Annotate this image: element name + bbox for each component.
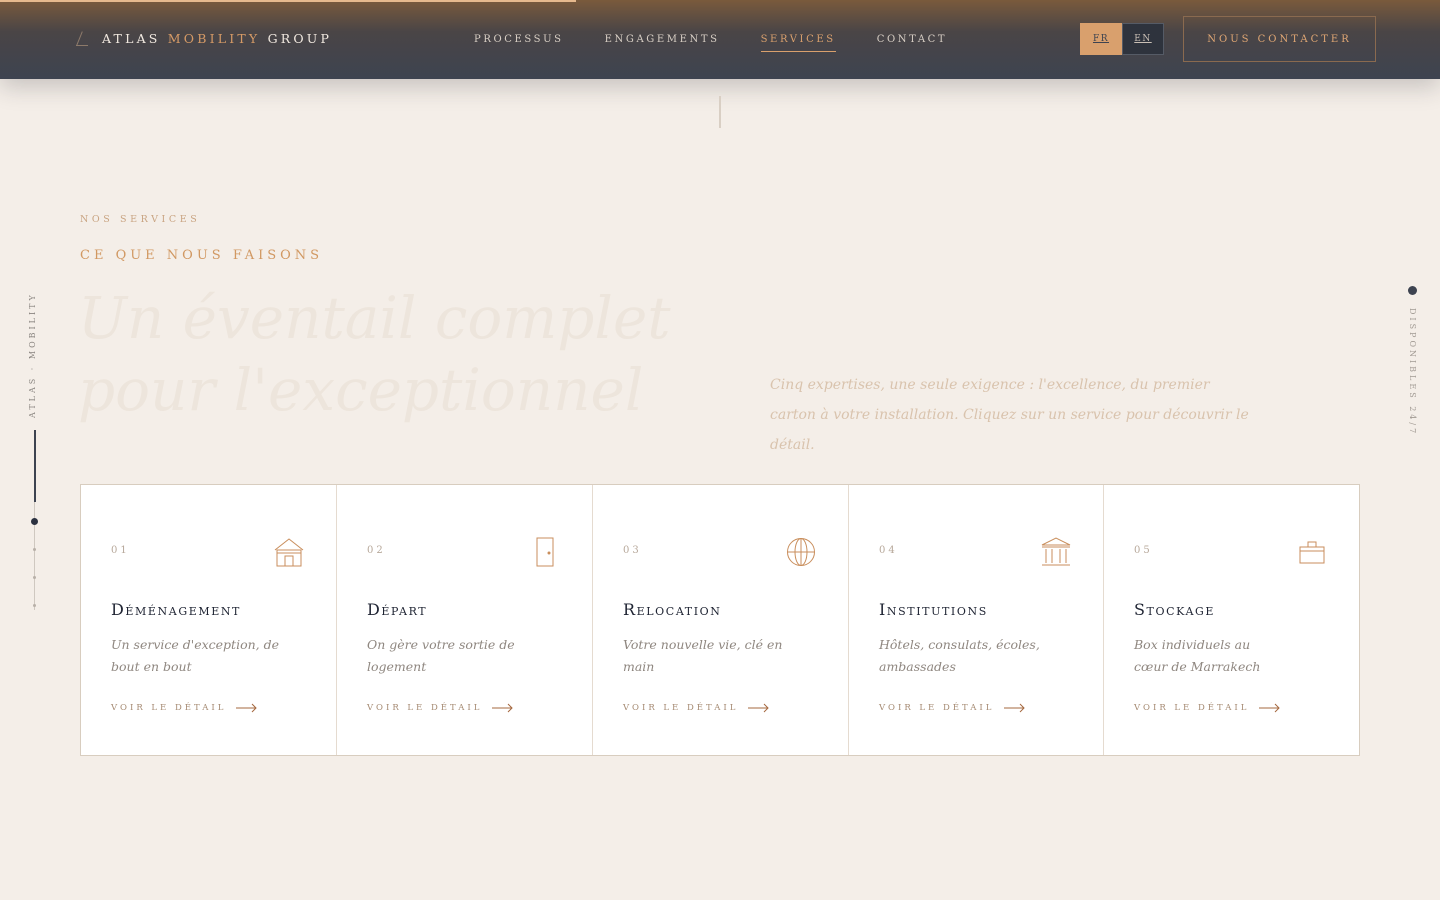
service-detail-link[interactable]: VOIR LE DÉTAIL bbox=[623, 703, 770, 713]
lang-fr-button[interactable]: FR bbox=[1080, 23, 1122, 55]
service-title: Relocation bbox=[623, 600, 722, 619]
logo-text-mobility: MOBILITY bbox=[167, 30, 261, 46]
section-indicator[interactable] bbox=[33, 604, 36, 607]
service-detail-label: VOIR LE DÉTAIL bbox=[111, 703, 227, 713]
services-grid: 01 Déménagement Un service d'exception, … bbox=[80, 484, 1360, 756]
logo[interactable]: ATLAS MOBILITY GROUP bbox=[74, 30, 332, 46]
service-detail-label: VOIR LE DÉTAIL bbox=[623, 703, 739, 713]
service-title: Stockage bbox=[1134, 600, 1216, 619]
service-card-demenagement[interactable]: 01 Déménagement Un service d'exception, … bbox=[81, 485, 337, 755]
language-switcher: FR EN bbox=[1080, 23, 1164, 55]
storage-box-icon bbox=[1299, 541, 1325, 564]
service-detail-label: VOIR LE DÉTAIL bbox=[367, 703, 483, 713]
section-title: Un éventail complet pour l'exceptionnel bbox=[78, 282, 671, 426]
lang-en-button[interactable]: EN bbox=[1122, 23, 1164, 55]
nav-link-engagements[interactable]: Engagements bbox=[605, 34, 720, 52]
service-card-stockage[interactable]: 05 Stockage Box individuels au cœur de M… bbox=[1104, 485, 1359, 755]
service-number: 05 bbox=[1134, 545, 1153, 556]
logo-text: ATLAS MOBILITY GROUP bbox=[102, 31, 332, 46]
left-rail: ATLAS · MOBILITY bbox=[24, 290, 44, 620]
section-title-line2: pour l'exceptionnel bbox=[78, 356, 644, 424]
nav-link-services[interactable]: Services bbox=[760, 34, 836, 52]
right-rail: DISPONIBLES 24/7 bbox=[1404, 286, 1424, 456]
service-number: 01 bbox=[111, 545, 130, 556]
availability-dot bbox=[1408, 286, 1417, 295]
service-title: Départ bbox=[367, 600, 428, 619]
section-subtitle: CE QUE NOUS FAISONS bbox=[80, 248, 324, 263]
arrow-right-icon bbox=[748, 703, 770, 713]
section-indicator-active[interactable] bbox=[31, 518, 38, 525]
service-number: 04 bbox=[879, 545, 898, 556]
logo-text-atlas: ATLAS bbox=[102, 30, 161, 46]
section-lead: Cinq expertises, une seule exigence : l'… bbox=[770, 377, 1249, 453]
globe-icon bbox=[787, 538, 815, 566]
service-detail-label: VOIR LE DÉTAIL bbox=[879, 703, 995, 713]
service-card-depart[interactable]: 02 Départ On gère votre sortie de logeme… bbox=[337, 485, 593, 755]
arrow-right-icon bbox=[1004, 703, 1026, 713]
logo-mark-icon bbox=[74, 30, 88, 46]
contact-us-button[interactable]: NOUS CONTACTER bbox=[1183, 16, 1376, 62]
arrow-right-icon bbox=[1259, 703, 1281, 713]
main-nav: Processus Engagements Services Contact bbox=[474, 34, 947, 52]
nav-link-contact[interactable]: Contact bbox=[877, 34, 947, 52]
service-number: 02 bbox=[367, 545, 386, 556]
service-card-relocation[interactable]: 03 Relocation Votre nouvelle vie, clé en… bbox=[593, 485, 849, 755]
logo-text-group: GROUP bbox=[267, 30, 333, 46]
section-indicator[interactable] bbox=[33, 548, 36, 551]
service-detail-link[interactable]: VOIR LE DÉTAIL bbox=[111, 703, 258, 713]
service-card-institutions[interactable]: 04 Institutions Hôtels, consulats, école… bbox=[849, 485, 1104, 755]
arrow-right-icon bbox=[236, 703, 258, 713]
service-detail-link[interactable]: VOIR LE DÉTAIL bbox=[879, 703, 1026, 713]
house-icon bbox=[274, 538, 304, 567]
scroll-progress-bar bbox=[0, 0, 576, 2]
service-description: Box individuels au cœur de Marrakech bbox=[1134, 637, 1261, 674]
service-description: Hôtels, consulats, écoles, ambassades bbox=[879, 637, 1040, 674]
site-header: ATLAS MOBILITY GROUP Processus Engagemen… bbox=[0, 0, 1440, 79]
availability-text: DISPONIBLES 24/7 bbox=[1408, 308, 1417, 437]
service-description: Un service d'exception, de bout en bout bbox=[111, 637, 280, 674]
service-detail-label: VOIR LE DÉTAIL bbox=[1134, 703, 1250, 713]
arrow-right-icon bbox=[492, 703, 514, 713]
left-rail-text: ATLAS · MOBILITY bbox=[28, 292, 37, 418]
service-title: Institutions bbox=[879, 600, 988, 619]
service-detail-link[interactable]: VOIR LE DÉTAIL bbox=[1134, 703, 1281, 713]
section-title-line1: Un éventail complet bbox=[78, 284, 671, 352]
nav-link-processus[interactable]: Processus bbox=[474, 34, 564, 52]
scroll-indicator-line bbox=[719, 96, 721, 128]
section-eyebrow: NOS SERVICES bbox=[80, 214, 201, 225]
service-description: Votre nouvelle vie, clé en main bbox=[623, 637, 783, 674]
section-indicator[interactable] bbox=[33, 576, 36, 579]
service-detail-link[interactable]: VOIR LE DÉTAIL bbox=[367, 703, 514, 713]
left-rail-progress bbox=[34, 430, 36, 502]
service-number: 03 bbox=[623, 545, 642, 556]
service-description: On gère votre sortie de logement bbox=[367, 637, 515, 674]
building-icon bbox=[1041, 537, 1071, 566]
service-title: Déménagement bbox=[111, 600, 241, 619]
door-icon bbox=[536, 537, 554, 567]
